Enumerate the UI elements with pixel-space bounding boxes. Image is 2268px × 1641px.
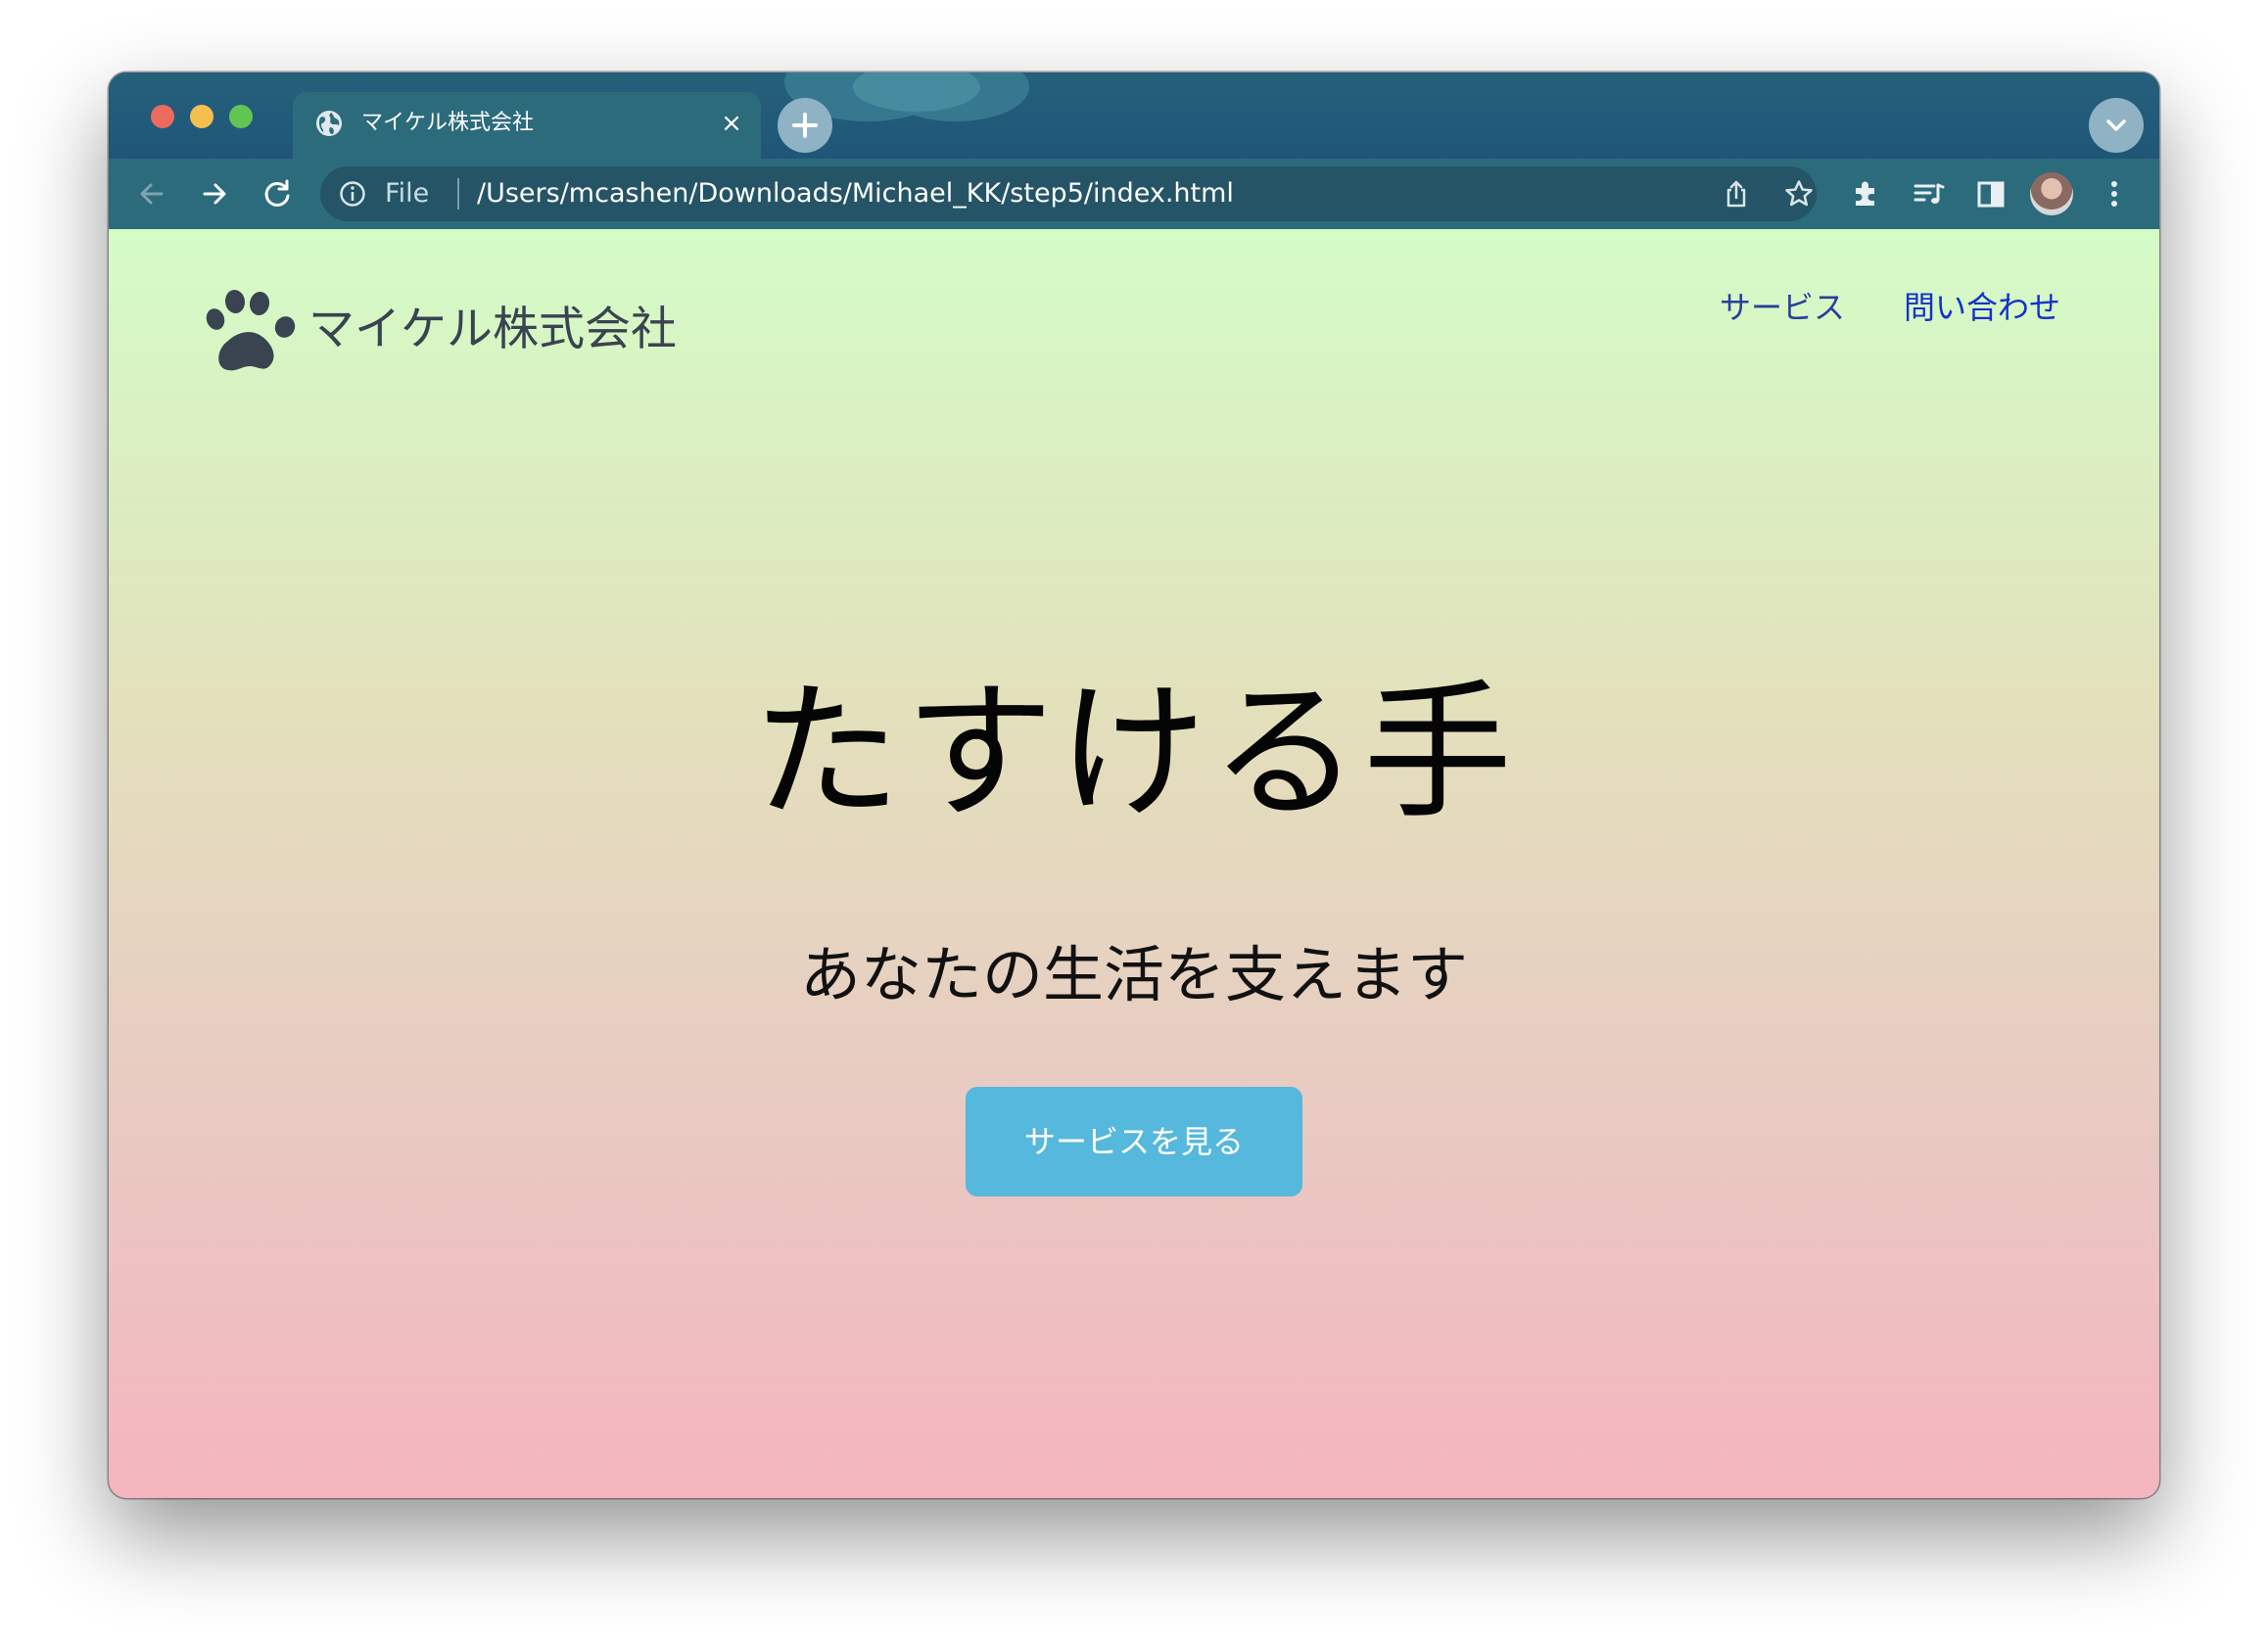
side-panel-icon[interactable] — [1971, 174, 2010, 213]
tab-search-button[interactable] — [2089, 98, 2144, 153]
profile-avatar[interactable] — [2030, 172, 2073, 215]
browser-window: マイケル株式会社 × File /Users/mcashen/Downloads… — [109, 72, 2159, 1498]
globe-icon — [316, 111, 342, 136]
address-bar[interactable]: File /Users/mcashen/Downloads/Michael_KK… — [320, 166, 1817, 221]
minimize-window-button[interactable] — [190, 105, 213, 128]
tab-close-icon[interactable]: × — [718, 110, 745, 137]
extensions-puzzle-icon[interactable] — [1846, 174, 1885, 213]
plus-icon — [792, 113, 818, 138]
bookmark-star-icon[interactable] — [1783, 178, 1815, 210]
reload-icon[interactable] — [258, 174, 297, 213]
url-separator — [457, 178, 459, 210]
info-icon[interactable] — [338, 179, 367, 209]
tab-active[interactable]: マイケル株式会社 × — [293, 92, 761, 159]
paw-icon — [206, 290, 296, 371]
tab-strip: マイケル株式会社 × — [109, 72, 2159, 159]
back-arrow-icon[interactable] — [132, 174, 171, 213]
close-window-button[interactable] — [151, 105, 174, 128]
hero-subtitle: あなたの生活を支えます — [799, 939, 1468, 1010]
site-logo[interactable]: マイケル株式会社 — [205, 286, 677, 374]
new-tab-button[interactable] — [778, 98, 832, 153]
nav-link-services[interactable]: サービス — [1720, 286, 1845, 329]
nav-link-contact[interactable]: 問い合わせ — [1904, 286, 2060, 329]
browser-toolbar: File /Users/mcashen/Downloads/Michael_KK… — [109, 159, 2159, 229]
kebab-menu-icon[interactable] — [2095, 174, 2134, 213]
url-text[interactable]: /Users/mcashen/Downloads/Michael_KK/step… — [477, 178, 1234, 210]
hero-title: たすける手 — [752, 666, 1516, 839]
fullscreen-window-button[interactable] — [229, 105, 253, 128]
tab-title: マイケル株式会社 — [361, 111, 535, 135]
chevron-down-icon — [2106, 119, 2126, 131]
reading-list-icon[interactable] — [1909, 174, 1948, 213]
url-scheme-label: File — [385, 178, 430, 209]
forward-arrow-icon[interactable] — [195, 174, 234, 213]
page-viewport: マイケル株式会社 サービス 問い合わせ たすける手 あなたの生活を支えます サー… — [109, 229, 2159, 1498]
site-logo-text: マイケル株式会社 — [308, 303, 677, 356]
view-services-button[interactable]: サービスを見る — [966, 1087, 1302, 1196]
share-icon[interactable] — [1721, 178, 1752, 210]
